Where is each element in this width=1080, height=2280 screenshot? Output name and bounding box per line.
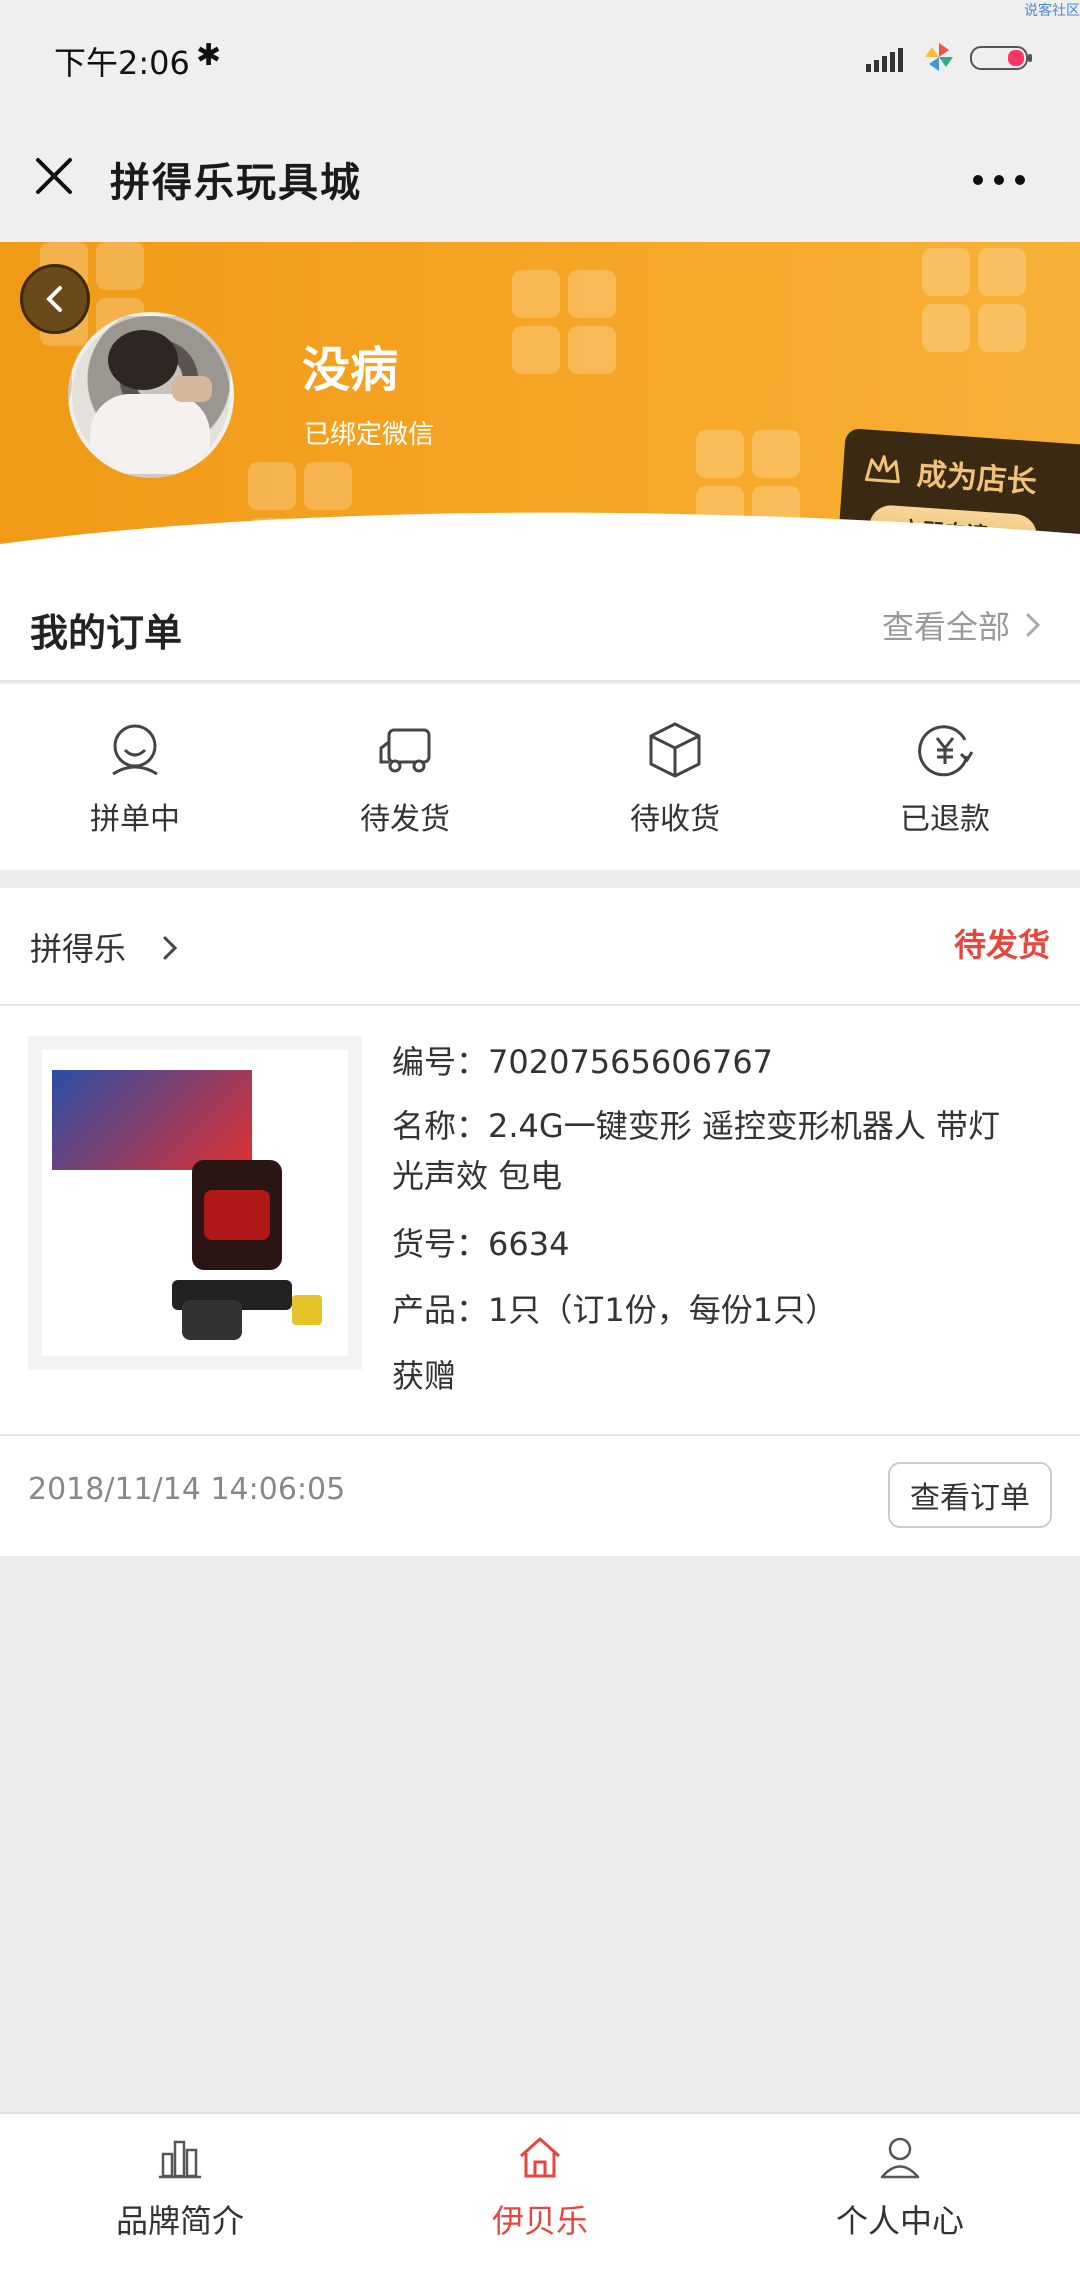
- watermark: 说客社区: [1024, 3, 1080, 19]
- nav-label: 品牌简介: [115, 2202, 244, 2240]
- avatar[interactable]: [68, 312, 234, 478]
- status-refunded[interactable]: 已退款: [810, 684, 1080, 870]
- profile-banner: 没病 已绑定微信 成为店长 立即申请>: [0, 242, 1080, 572]
- crown-icon: [864, 455, 900, 484]
- app-header: 拼得乐玩具城: [0, 118, 1080, 242]
- order-state: 待发货: [953, 926, 1050, 964]
- nav-personal-center[interactable]: 个人中心: [720, 2114, 1080, 2280]
- view-all-orders-link[interactable]: 查看全部: [882, 602, 1044, 648]
- page-title: 拼得乐玩具城: [110, 160, 362, 206]
- status-time: 下午2:06: [54, 44, 190, 82]
- bind-status: 已绑定微信: [304, 420, 435, 450]
- product-name-line2: 光声效 包电: [392, 1157, 563, 1195]
- status-to-receive[interactable]: 待收货: [540, 684, 810, 870]
- chevron-right-icon: [1026, 613, 1041, 637]
- banner-wave: [0, 512, 1080, 572]
- group-smile-icon: [112, 724, 158, 776]
- view-all-label: 查看全部: [881, 608, 1010, 646]
- chevron-left-icon: [46, 286, 62, 312]
- order-status-row: 拼单中 待发货 待收货 已退款: [0, 684, 1080, 870]
- toy-pattern-decoration: [512, 270, 622, 380]
- user-name: 没病: [302, 342, 399, 398]
- status-label: 拼单中: [90, 802, 180, 837]
- status-grouping[interactable]: 拼单中: [0, 684, 270, 870]
- view-order-button[interactable]: 查看订单: [888, 1462, 1052, 1528]
- signal-icon: [866, 48, 903, 72]
- yen-refund-icon: [918, 725, 974, 777]
- back-button[interactable]: [20, 264, 90, 334]
- bottom-nav: 品牌简介 伊贝乐 个人中心: [0, 2112, 1080, 2280]
- home-icon: [519, 2137, 561, 2178]
- chevron-right-icon: [163, 936, 178, 960]
- status-label: 待发货: [360, 802, 450, 837]
- shop-row[interactable]: 拼得乐 待发货: [0, 888, 1080, 1006]
- product-sku: 货号：6634: [392, 1225, 570, 1263]
- order-number: 编号：70207565606767: [392, 1043, 774, 1081]
- more-icon[interactable]: [972, 174, 1026, 186]
- toy-pattern-decoration: [922, 248, 1032, 358]
- status-label: 待收货: [630, 802, 720, 837]
- status-label: 已退款: [900, 802, 990, 837]
- my-orders-header: 我的订单 查看全部: [0, 572, 1080, 682]
- close-icon[interactable]: [32, 154, 76, 198]
- battery-icon: [970, 46, 1032, 70]
- nav-home[interactable]: 伊贝乐: [360, 2114, 720, 2280]
- order-footer: 2018/11/14 14:06:05 查看订单: [0, 1434, 1080, 1556]
- bar-chart-icon: [159, 2140, 201, 2179]
- product-name-line1: 名称：2.4G一键变形 遥控变形机器人 带灯: [392, 1107, 1001, 1145]
- nav-label: 伊贝乐: [491, 2202, 588, 2240]
- bluetooth-icon: ✱: [196, 38, 222, 73]
- person-icon: [880, 2137, 920, 2179]
- status-to-ship[interactable]: 待发货: [270, 684, 540, 870]
- gift-label: 获赠: [392, 1357, 457, 1395]
- pinwheel-icon: [925, 43, 953, 71]
- nav-brand-intro[interactable]: 品牌简介: [0, 2114, 360, 2280]
- order-time: 2018/11/14 14:06:05: [28, 1472, 346, 1507]
- box-icon: [649, 722, 701, 778]
- my-orders-title: 我的订单: [30, 611, 183, 655]
- product-image[interactable]: [28, 1036, 362, 1370]
- product-quantity: 产品：1只（订1份，每份1只）: [392, 1291, 838, 1329]
- status-bar: 说客社区 下午2:06 ✱: [0, 0, 1080, 118]
- nav-label: 个人中心: [835, 2202, 964, 2240]
- shop-name: 拼得乐: [30, 930, 127, 968]
- order-card: 拼得乐 待发货 编号：70207565606767 名称：2.4G一键变形 遥控…: [0, 888, 1080, 1556]
- truck-icon: [379, 728, 431, 773]
